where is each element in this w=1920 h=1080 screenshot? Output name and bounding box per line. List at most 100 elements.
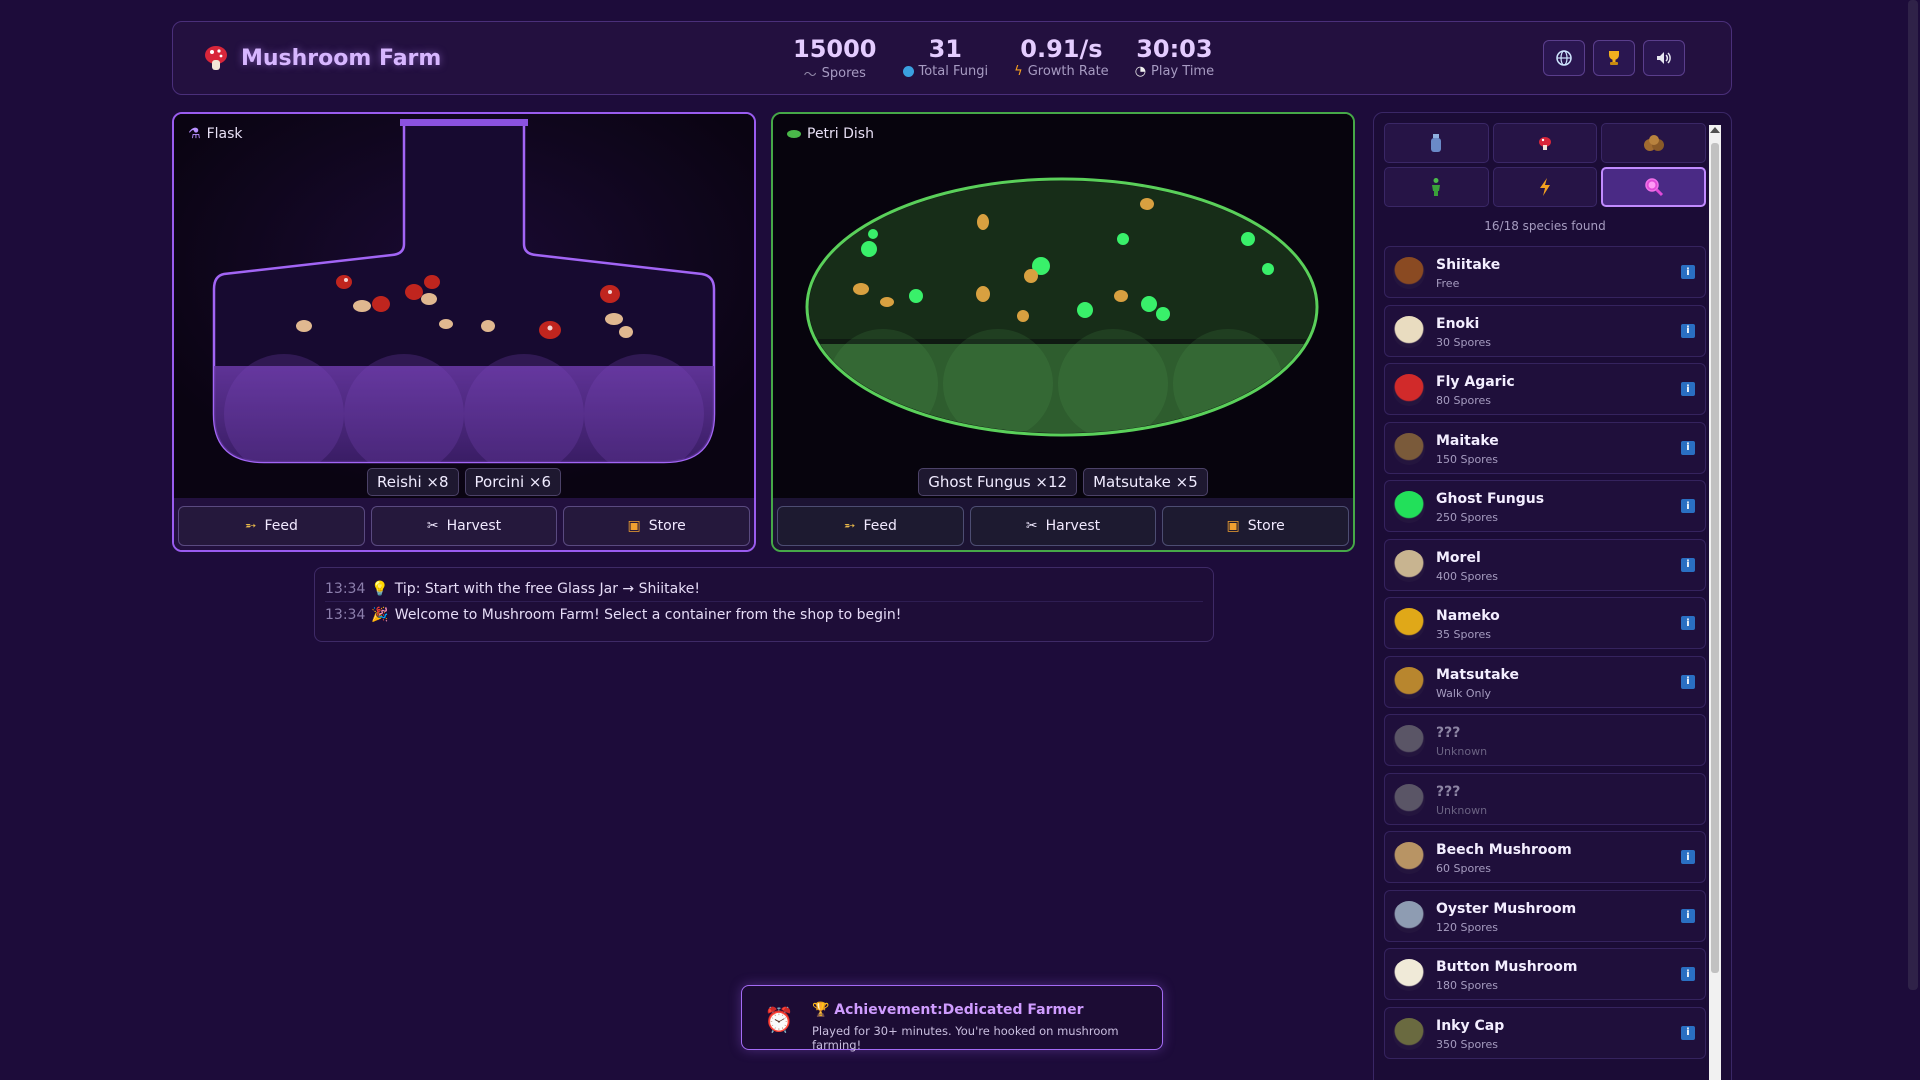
species-item[interactable]: Oyster Mushroom 120 Spores i — [1384, 889, 1706, 942]
info-icon[interactable]: i — [1681, 1025, 1695, 1040]
sound-button[interactable] — [1643, 40, 1685, 76]
species-name: Nameko — [1436, 608, 1500, 624]
mushroom-icon — [1538, 137, 1551, 150]
petri-actions: ➵ Feed ✂ Harvest ▣ Store — [777, 506, 1350, 546]
spores-label: Spores — [821, 66, 866, 81]
app-title: Mushroom Farm — [241, 45, 442, 71]
species-item[interactable]: Fly Agaric 80 Spores i — [1384, 363, 1706, 415]
scroll-up-arrow-icon[interactable] — [1710, 127, 1720, 133]
info-icon[interactable]: i — [1681, 908, 1695, 923]
species-name: Maitake — [1436, 432, 1499, 449]
species-cost: 35 Spores — [1436, 628, 1491, 641]
stat-growth-rate: 0.91/s ϟ Growth Rate — [1014, 36, 1109, 83]
species-item[interactable]: Maitake 150 Spores i — [1384, 421, 1706, 474]
stopwatch-icon: ◔ — [1134, 64, 1147, 79]
info-icon[interactable]: i — [1681, 382, 1695, 396]
party-icon: 🎉 — [371, 607, 389, 623]
population-tag: Matsutake ×5 — [1083, 468, 1208, 496]
flask-scene — [174, 114, 754, 494]
tab-helpers[interactable] — [1384, 167, 1489, 207]
species-mushroom-icon — [1393, 374, 1425, 406]
species-item[interactable]: Shiitake Free i — [1384, 246, 1706, 298]
flask-population: Reishi ×8 Porcini ×6 — [174, 468, 754, 496]
species-name: Morel — [1436, 549, 1481, 566]
achievements-button[interactable] — [1593, 40, 1635, 76]
species-cost: 180 Spores — [1436, 979, 1498, 992]
info-icon[interactable]: i — [1681, 850, 1695, 864]
species-item[interactable]: Ghost Fungus 250 Spores i — [1384, 480, 1706, 532]
top-bar: Mushroom Farm 15000 〜 Spores 31 Total Fun… — [172, 21, 1732, 95]
tab-encyclopedia[interactable] — [1601, 167, 1706, 207]
tab-containers[interactable] — [1384, 123, 1489, 163]
info-icon[interactable]: i — [1681, 265, 1695, 279]
petri-store-button[interactable]: ▣ Store — [1162, 506, 1350, 546]
info-icon[interactable]: i — [1681, 440, 1695, 455]
species-mushroom-icon — [1393, 725, 1425, 757]
achievement-toast: ⏰ 🏆 Achievement:Dedicated Farmer Played … — [741, 985, 1163, 1052]
species-cost: 400 Spores — [1436, 569, 1498, 583]
log-time: 13:34 — [325, 607, 366, 623]
species-name: Fly Agaric — [1436, 374, 1515, 390]
page-scrollbar[interactable] — [1906, 0, 1920, 1080]
petri-harvest-button[interactable]: ✂ Harvest — [969, 506, 1157, 546]
shop-sidebar[interactable]: 16/18 species found Shiitake Free i Enoki 30… — [1373, 112, 1732, 1080]
species-mushroom-icon — [1393, 783, 1425, 816]
flask-harvest-button[interactable]: ✂ Harvest — [370, 506, 558, 546]
species-item[interactable]: ??? Unknown — [1384, 714, 1706, 766]
brand: Mushroom Farm — [203, 44, 441, 72]
species-mushroom-icon — [1393, 432, 1425, 465]
species-name: Ghost Fungus — [1436, 491, 1545, 507]
flask-actions: ➵ Feed ✂ Harvest ▣ Store — [178, 506, 751, 546]
info-icon[interactable]: i — [1681, 557, 1695, 572]
stat-play-time: 30:03 ◔ Play Time — [1135, 36, 1214, 83]
globe-icon — [1556, 50, 1572, 66]
sidebar-scrollbar[interactable] — [1709, 125, 1721, 1080]
species-name: ??? — [1436, 725, 1461, 741]
species-cost: 60 Spores — [1436, 862, 1491, 875]
spore-icon: 〜 — [803, 68, 817, 83]
person-icon — [1432, 178, 1441, 196]
species-cost: 30 Spores — [1436, 335, 1491, 349]
tab-species[interactable] — [1492, 123, 1598, 163]
language-button[interactable] — [1543, 40, 1585, 76]
species-item[interactable]: Enoki 30 Spores i — [1384, 304, 1706, 357]
species-cost: 150 Spores — [1436, 452, 1498, 466]
growth-rate-value: 0.91/s — [1020, 35, 1103, 63]
tab-boosts[interactable] — [1492, 167, 1598, 207]
petri-feed-button[interactable]: ➵ Feed — [777, 506, 964, 546]
flask-container[interactable]: ⚗ Flask Reishi ×8 Porcini ×6 ➵ Feed ✂ Harv… — [172, 112, 756, 552]
species-mushroom-icon — [1393, 257, 1425, 289]
species-item[interactable]: Morel 400 Spores i — [1384, 538, 1706, 591]
info-icon[interactable]: i — [1681, 616, 1695, 630]
info-icon[interactable]: i — [1681, 674, 1695, 689]
species-mushroom-icon — [1393, 959, 1425, 991]
population-tag: Porcini ×6 — [464, 468, 561, 496]
page-scrollbar-thumb[interactable] — [1908, 0, 1918, 990]
feed-icon: ➵ — [843, 518, 856, 534]
species-found-count: 16/18 species found — [1484, 219, 1606, 233]
flask-store-button[interactable]: ▣ Store — [563, 506, 751, 546]
species-item[interactable]: Inky Cap 350 Spores i — [1384, 1006, 1706, 1059]
species-item[interactable]: Matsutake Walk Only i — [1384, 655, 1706, 708]
species-item[interactable]: ??? Unknown — [1384, 772, 1706, 825]
bolt-icon — [1539, 178, 1550, 196]
info-icon[interactable]: i — [1681, 323, 1695, 338]
species-item[interactable]: Beech Mushroom 60 Spores i — [1384, 831, 1706, 883]
petri-scene — [773, 114, 1353, 494]
species-cost: 250 Spores — [1436, 511, 1498, 524]
population-tag: Ghost Fungus ×12 — [918, 468, 1078, 496]
stats-bar: 15000 〜 Spores 31 Total Fungi 0.91/s ϟ Gro… — [793, 36, 1214, 83]
growth-rate-label: Growth Rate — [1027, 64, 1109, 79]
feed-icon: ➵ — [244, 518, 257, 534]
species-mushroom-icon — [1393, 608, 1425, 640]
scrollbar-thumb[interactable] — [1711, 143, 1719, 973]
log-entry: 13:34 🎉 Welcome to Mushroom Farm! Select… — [325, 602, 1203, 628]
info-icon[interactable]: i — [1681, 499, 1695, 513]
species-item[interactable]: Nameko 35 Spores i — [1384, 597, 1706, 649]
info-icon[interactable]: i — [1681, 967, 1695, 981]
tab-food[interactable] — [1601, 123, 1706, 163]
species-item[interactable]: Button Mushroom 180 Spores i — [1384, 948, 1706, 1000]
petri-dish-container[interactable]: Petri Dish Ghost Fungus ×12 Matsutake ×5… — [771, 112, 1355, 552]
petri-population: Ghost Fungus ×12 Matsutake ×5 — [773, 468, 1353, 496]
flask-feed-button[interactable]: ➵ Feed — [178, 506, 365, 546]
